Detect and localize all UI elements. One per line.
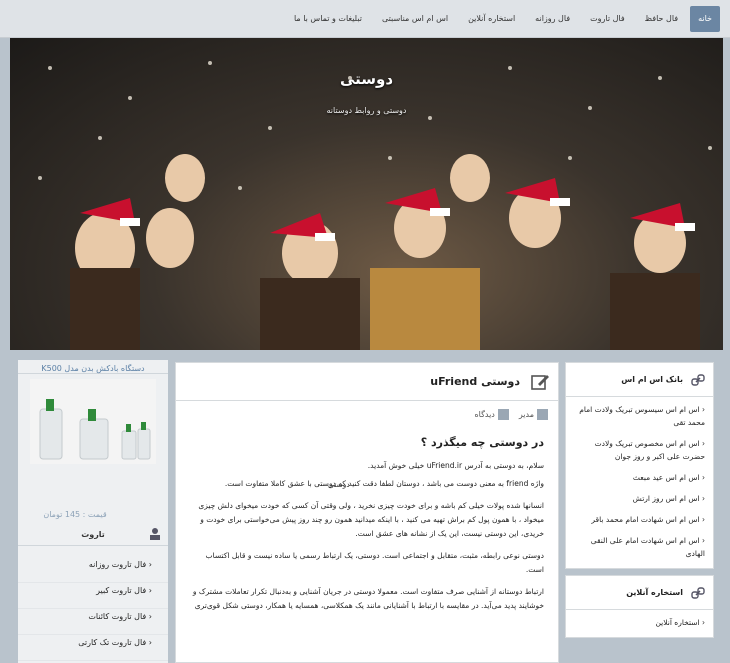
tarot-item-single[interactable]: فال تاروت تک کارتی <box>18 635 168 661</box>
nav-tarot[interactable]: فال تاروت <box>582 6 633 32</box>
sms-item[interactable]: اس ام اس شهادت امام علی النقی الهادی <box>572 534 705 568</box>
person-icon <box>150 528 160 540</box>
sms-item[interactable]: اس ام اس شهادت امام محمد باقر <box>572 513 705 534</box>
sms-item[interactable]: اس ام اس مخصوص تبریک ولادت حضرت علی اکبر… <box>572 437 705 471</box>
link-icon <box>691 586 705 599</box>
post-author[interactable]: مدیر <box>519 410 534 419</box>
istikhara-heading: استخاره آنلاین <box>626 588 683 597</box>
product-title[interactable]: دستگاه بادکش بدن مدل K500 <box>18 360 168 374</box>
sms-widget: بانک اس ام اس اس ام اس سیسوس تبریک ولادت… <box>565 362 714 569</box>
sms-heading: بانک اس ام اس <box>621 375 683 384</box>
tarot-heading: تاروت <box>81 530 105 539</box>
post-question: در دوستی چه میگذرد ؟ <box>420 436 544 449</box>
tarot-item-kabir[interactable]: فال تاروت کبیر <box>18 583 168 609</box>
paragraph-3: انسانها شده پولات خیلی کم باشه و برای خو… <box>198 501 544 538</box>
cupping-device-icon <box>39 399 151 460</box>
post-header: دوستی uFriend <box>176 363 558 401</box>
istikhara-widget-header: استخاره آنلاین <box>566 576 713 610</box>
nav-contact[interactable]: تبلیغات و تماس با ما <box>286 6 370 32</box>
paragraph-2: واژه friend به معنی دوست می باشد ، دوستا… <box>224 479 544 488</box>
edit-icon <box>531 374 549 390</box>
product-image[interactable] <box>30 379 156 464</box>
user-icon <box>537 409 548 420</box>
main-post: دوستی uFriend مدیر دیدگاه در دوستی چه می… <box>175 362 559 663</box>
hero-banner: دوستی دوستی و روابط دوستانه <box>10 38 723 350</box>
comment-icon <box>497 409 509 420</box>
istikhara-list: استخاره آنلاین <box>566 610 713 637</box>
sms-list: اس ام اس سیسوس تبریک ولادت امام محمد تقی… <box>566 397 713 568</box>
nav-hafez[interactable]: فال حافظ <box>637 6 686 32</box>
istikhara-item[interactable]: استخاره آنلاین <box>572 616 705 637</box>
tarot-item-kaenat[interactable]: فال تاروت کائنات <box>18 609 168 635</box>
sms-item[interactable]: اس ام اس روز ارتش <box>572 492 705 513</box>
paragraph-5: ارتباط دوستانه از آشنایی صرف متفاوت است.… <box>192 587 544 610</box>
top-nav: خانه فال حافظ فال تاروت فال روزانه استخا… <box>0 0 730 38</box>
post-title[interactable]: دوستی uFriend <box>430 375 520 388</box>
post-meta: مدیر دیدگاه <box>176 401 558 420</box>
tarot-item-daily[interactable]: فال تاروت روزانه <box>18 557 168 583</box>
sms-item[interactable]: اس ام اس سیسوس تبریک ولادت امام محمد تقی <box>572 403 705 437</box>
nav-sms[interactable]: اس ام اس مناسبتی <box>374 6 456 32</box>
tarot-list: فال تاروت روزانه فال تاروت کبیر فال تارو… <box>18 557 168 661</box>
link-icon <box>691 373 705 386</box>
post-comments[interactable]: دیدگاه <box>474 410 494 419</box>
tarot-section-header: تاروت <box>18 524 168 546</box>
nav-daily[interactable]: فال روزانه <box>527 6 578 32</box>
istikhara-widget: استخاره آنلاین استخاره آنلاین <box>565 575 714 638</box>
nav-istikhara[interactable]: استخاره آنلاین <box>460 6 523 32</box>
nav-home[interactable]: خانه <box>690 5 720 32</box>
product-price: قیمت : 145 تومان <box>43 510 107 519</box>
paragraph-1: سلام، به دوستی به آدرس uFriend.ir خیلی خ… <box>367 461 544 470</box>
hero-title: دوستی <box>339 70 394 88</box>
sms-item[interactable]: اس ام اس عید مبعث <box>572 471 705 492</box>
right-sidebar: بانک اس ام اس اس ام اس سیسوس تبریک ولادت… <box>565 362 714 644</box>
sms-widget-header: بانک اس ام اس <box>566 363 713 397</box>
post-tag[interactable]: دوستی <box>328 480 350 489</box>
paragraph-4: دوستی نوعی رابطه، مثبت، متقابل و اجتماعی… <box>205 551 544 574</box>
hero-subtitle: دوستی و روابط دوستانه <box>326 106 407 115</box>
